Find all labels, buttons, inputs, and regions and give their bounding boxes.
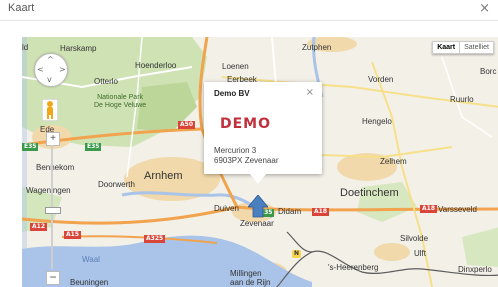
place-label: Duiven	[214, 204, 239, 213]
road-shield: A12	[30, 223, 47, 231]
place-label: Didam	[278, 207, 302, 216]
pan-right-icon[interactable]: >	[59, 65, 66, 74]
zoom-slider-handle[interactable]	[45, 207, 61, 214]
company-logo: DEMO	[220, 116, 272, 132]
road-shield: E35	[22, 143, 39, 151]
place-label: Borc	[480, 67, 497, 76]
place-label: Hengelo	[362, 117, 392, 126]
map-canvas[interactable]: ld Harskamp Hoenderloo Otterlo Nationale…	[22, 37, 498, 287]
place-label: Doorwerth	[98, 180, 135, 189]
place-label: Otterlo	[94, 77, 119, 86]
pan-up-icon[interactable]: ^	[47, 55, 54, 64]
address-line: Mercurion 3	[214, 146, 257, 155]
pan-left-icon[interactable]: <	[37, 65, 44, 74]
info-window-title: Demo BV	[214, 89, 250, 98]
zoom-in-button[interactable]: +	[46, 132, 60, 146]
water-label: Waal	[82, 255, 100, 264]
pegman-icon[interactable]	[42, 99, 58, 121]
zoom-out-button[interactable]: −	[46, 271, 60, 285]
place-label: 's-Heerenberg	[328, 263, 379, 272]
place-label: Zutphen	[302, 43, 332, 52]
place-label: Zelhem	[380, 157, 407, 166]
info-window: Demo BV × DEMO Mercurion 3 6903PX Zevena…	[204, 82, 322, 184]
road-shield: A50	[178, 121, 195, 129]
map-type-control: Kaart Satelliet	[432, 41, 494, 54]
place-label: Varsseveld	[438, 205, 477, 214]
place-label: ld	[22, 43, 29, 52]
place-label: Doetinchem	[340, 187, 399, 199]
park-name: Nationale Park	[97, 94, 144, 101]
park-label: Nationale Park De Hoge Veluwe	[94, 94, 146, 110]
place-label: Zevenaar	[240, 219, 274, 228]
title-divider	[0, 20, 498, 21]
road-shield: A18	[420, 205, 437, 213]
place-label: Beuningen	[70, 278, 109, 287]
place-label: Vorden	[368, 75, 394, 84]
pan-control-icon[interactable]: ^ < > v	[34, 53, 68, 87]
map-dialog: Kaart × ld Harskamp Hoenderloo Otterlo N…	[0, 0, 498, 287]
park-name2: De Hoge Veluwe	[94, 102, 147, 109]
place-label: Arnhem	[144, 170, 183, 182]
map-type-map-button[interactable]: Kaart	[432, 41, 461, 54]
road-shield: A15	[64, 231, 81, 239]
place-label: Hoenderloo	[135, 61, 177, 70]
close-icon[interactable]: ×	[479, 1, 490, 16]
map-marker-icon[interactable]	[248, 195, 268, 219]
place-label: Ulft	[414, 249, 426, 258]
road-shield: A18	[312, 208, 329, 216]
place-label: Wageningen	[26, 186, 71, 195]
road-shield: E35	[85, 143, 102, 151]
address-line: 6903PX Zevenaar	[214, 156, 279, 165]
place-label: Dinxperlo	[458, 265, 492, 274]
road-shield: N	[292, 250, 302, 258]
map-type-satellite-button[interactable]: Satelliet	[460, 41, 494, 54]
place-label: Silvolde	[400, 234, 429, 243]
close-icon[interactable]: ×	[306, 87, 314, 98]
place-label: Bennekom	[36, 163, 75, 172]
road-shield: A325	[144, 235, 166, 243]
place-label: aan de Rijn	[230, 278, 271, 287]
place-label: Loenen	[222, 62, 249, 71]
pan-down-icon[interactable]: v	[47, 75, 52, 84]
dialog-title: Kaart	[8, 2, 35, 14]
place-label: Harskamp	[60, 44, 97, 53]
place-label: Ruurlo	[450, 95, 474, 104]
place-label: Millingen	[230, 269, 262, 278]
